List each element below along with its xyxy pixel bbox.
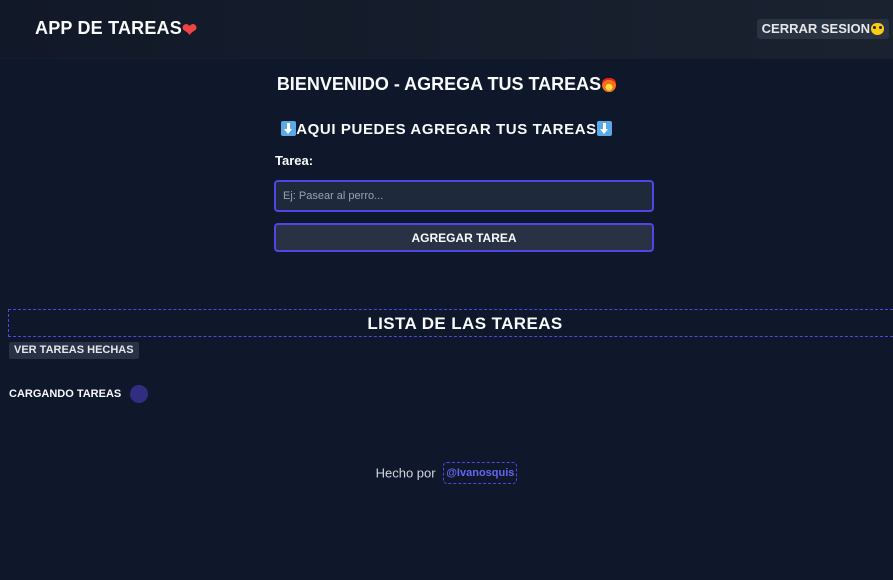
- add-task-heading: AQUI PUEDES AGREGAR TUS TAREAS: [0, 121, 893, 138]
- logout-label: CERRAR SESION: [761, 21, 870, 36]
- loading-text: CARGANDO TAREAS: [9, 388, 122, 400]
- add-task-button[interactable]: AGREGAR TAREA: [274, 223, 654, 252]
- cat-icon: [871, 23, 884, 35]
- app-title-text: APP DE TAREAS: [35, 18, 182, 38]
- heart-icon: ❤: [181, 20, 198, 40]
- footer-label: Hecho por: [375, 465, 436, 481]
- view-done-tasks-button[interactable]: VER TAREAS HECHAS: [9, 342, 139, 359]
- logout-button[interactable]: CERRAR SESION: [756, 19, 889, 39]
- loading-spinner: [130, 385, 148, 403]
- navbar: APP DE TAREAS❤ CERRAR SESION: [0, 0, 893, 58]
- task-list-title-box: LISTA DE LAS TAREAS: [8, 309, 893, 337]
- author-link[interactable]: @Ivanosquis: [443, 462, 518, 484]
- welcome-text: BIENVENIDO - AGREGA TUS TAREAS: [276, 74, 602, 94]
- fire-icon: [602, 76, 617, 92]
- add-task-heading-text: AQUI PUEDES AGREGAR TUS TAREAS: [296, 121, 597, 138]
- footer: Hecho por @Ivanosquis: [0, 462, 893, 484]
- task-list-title: LISTA DE LAS TAREAS: [367, 314, 563, 333]
- app-title: APP DE TAREAS❤: [35, 18, 197, 39]
- down-arrow-icon: [281, 121, 297, 136]
- down-arrow-icon: [596, 121, 612, 136]
- task-label: Tarea:: [275, 153, 314, 168]
- welcome-heading: BIENVENIDO - AGREGA TUS TAREAS: [0, 74, 893, 95]
- task-input[interactable]: [274, 180, 654, 212]
